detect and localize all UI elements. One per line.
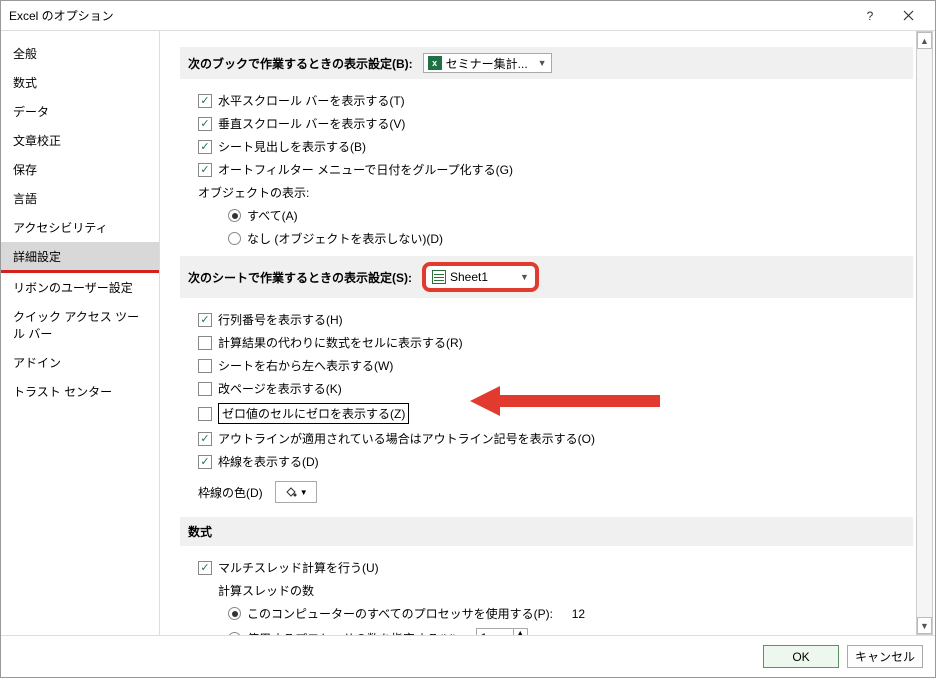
objects-all-label: すべて(A): [247, 207, 298, 224]
threads-label: 計算スレッドの数: [180, 579, 913, 602]
thread-spinner[interactable]: ▲▼: [476, 628, 528, 635]
gridlines-checkbox[interactable]: [198, 455, 212, 469]
pagebreak-checkbox[interactable]: [198, 382, 212, 396]
vscroll-checkbox[interactable]: [198, 117, 212, 131]
sidebar-item-8[interactable]: リボンのユーザー設定: [1, 273, 159, 302]
close-button[interactable]: [889, 2, 927, 30]
outline-label: アウトラインが適用されている場合はアウトライン記号を表示する(O): [218, 430, 595, 447]
gridcolor-label: 枠線の色(D): [198, 484, 263, 501]
objects-all-radio[interactable]: [228, 209, 241, 222]
chevron-down-icon: ▼: [538, 58, 547, 68]
sidebar-item-11[interactable]: トラスト センター: [1, 377, 159, 406]
sidebar-item-6[interactable]: アクセシビリティ: [1, 213, 159, 242]
autofilter-checkbox[interactable]: [198, 163, 212, 177]
book-combo[interactable]: x セミナー集計... ▼: [423, 53, 552, 73]
close-icon: [903, 10, 914, 21]
spin-up-icon[interactable]: ▲: [513, 628, 527, 635]
sidebar-item-1[interactable]: 数式: [1, 68, 159, 97]
tabs-label: シート見出しを表示する(B): [218, 138, 366, 155]
sidebar-item-4[interactable]: 保存: [1, 155, 159, 184]
sidebar-item-7[interactable]: 詳細設定: [1, 242, 159, 271]
sidebar-item-0[interactable]: 全般: [1, 39, 159, 68]
gridcolor-button[interactable]: ▼: [275, 481, 317, 503]
gridlines-label: 枠線を表示する(D): [218, 453, 319, 470]
chevron-down-icon: ▼: [520, 272, 529, 282]
sidebar: 全般数式データ文章校正保存言語アクセシビリティ詳細設定リボンのユーザー設定クイッ…: [1, 31, 160, 635]
sidebar-item-10[interactable]: アドイン: [1, 348, 159, 377]
sheet-combo[interactable]: Sheet1 ▼: [422, 262, 539, 292]
objects-none-label: なし (オブジェクトを表示しない)(D): [247, 230, 443, 247]
book-section-label: 次のブックで作業するときの表示設定(B):: [188, 55, 413, 72]
pagebreak-label: 改ページを表示する(K): [218, 380, 342, 397]
allproc-label: このコンピューターのすべてのプロセッサを使用する(P):: [247, 605, 553, 622]
rtl-checkbox[interactable]: [198, 359, 212, 373]
bucket-icon: [284, 485, 298, 499]
sidebar-item-3[interactable]: 文章校正: [1, 126, 159, 155]
book-combo-value: セミナー集計...: [446, 55, 528, 72]
allproc-radio[interactable]: [228, 607, 241, 620]
sheet-section-label: 次のシートで作業するときの表示設定(S):: [188, 269, 412, 286]
scroll-up-icon[interactable]: ▲: [917, 32, 932, 49]
formulas-label: 計算結果の代わりに数式をセルに表示する(R): [218, 334, 463, 351]
excel-icon: x: [428, 56, 442, 70]
ok-button[interactable]: OK: [763, 645, 839, 668]
vertical-scrollbar[interactable]: ▲ ▼: [916, 31, 933, 635]
book-section-header: 次のブックで作業するときの表示設定(B): x セミナー集計... ▼: [180, 47, 913, 79]
rtl-label: シートを右から左へ表示する(W): [218, 357, 393, 374]
formula-section-header: 数式: [180, 517, 913, 546]
formulas-checkbox[interactable]: [198, 336, 212, 350]
sheet-icon: [432, 270, 446, 284]
objects-none-radio[interactable]: [228, 232, 241, 245]
multithread-checkbox[interactable]: [198, 561, 212, 575]
cancel-button[interactable]: キャンセル: [847, 645, 923, 668]
window-title: Excel のオプション: [9, 7, 851, 24]
proc-count: 12: [572, 607, 585, 621]
autofilter-label: オートフィルター メニューで日付をグループ化する(G): [218, 161, 513, 178]
content-panel: 次のブックで作業するときの表示設定(B): x セミナー集計... ▼ 水平スク…: [160, 31, 935, 635]
scroll-down-icon[interactable]: ▼: [917, 617, 932, 634]
vscroll-label: 垂直スクロール バーを表示する(V): [218, 115, 405, 132]
zero-checkbox[interactable]: [198, 407, 212, 421]
sidebar-item-9[interactable]: クイック アクセス ツール バー: [1, 302, 159, 348]
objects-label: オブジェクトの表示:: [180, 181, 913, 204]
rowcol-label: 行列番号を表示する(H): [218, 311, 343, 328]
multithread-label: マルチスレッド計算を行う(U): [218, 559, 379, 576]
tabs-checkbox[interactable]: [198, 140, 212, 154]
sidebar-item-2[interactable]: データ: [1, 97, 159, 126]
sidebar-item-5[interactable]: 言語: [1, 184, 159, 213]
outline-checkbox[interactable]: [198, 432, 212, 446]
sheet-section-header: 次のシートで作業するときの表示設定(S): Sheet1 ▼: [180, 256, 913, 298]
hscroll-checkbox[interactable]: [198, 94, 212, 108]
rowcol-checkbox[interactable]: [198, 313, 212, 327]
hscroll-label: 水平スクロール バーを表示する(T): [218, 92, 405, 109]
sheet-combo-value: Sheet1: [450, 270, 510, 284]
help-button[interactable]: ?: [851, 2, 889, 30]
zero-label: ゼロ値のセルにゼロを表示する(Z): [218, 403, 409, 424]
chevron-down-icon: ▼: [300, 488, 308, 497]
